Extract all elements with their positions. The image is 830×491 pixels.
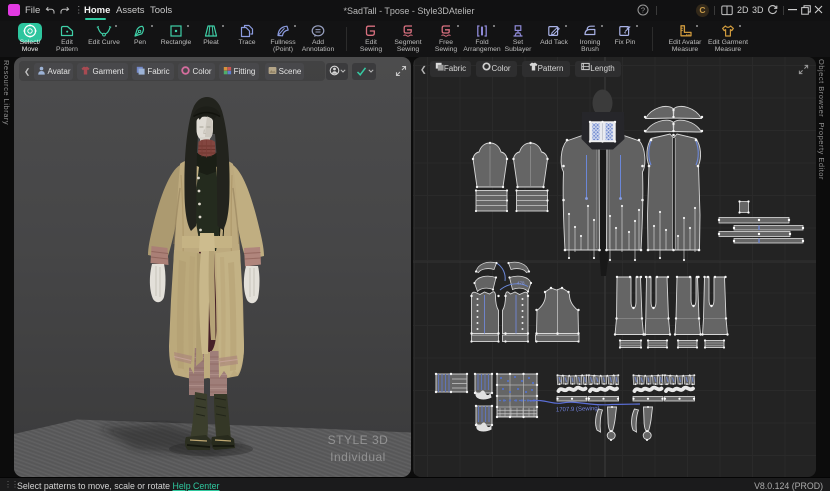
svg-text:478: 478 xyxy=(517,281,525,286)
svg-text:1707.9 (Sewing): 1707.9 (Sewing) xyxy=(556,406,600,414)
svg-text:?: ? xyxy=(641,6,645,15)
